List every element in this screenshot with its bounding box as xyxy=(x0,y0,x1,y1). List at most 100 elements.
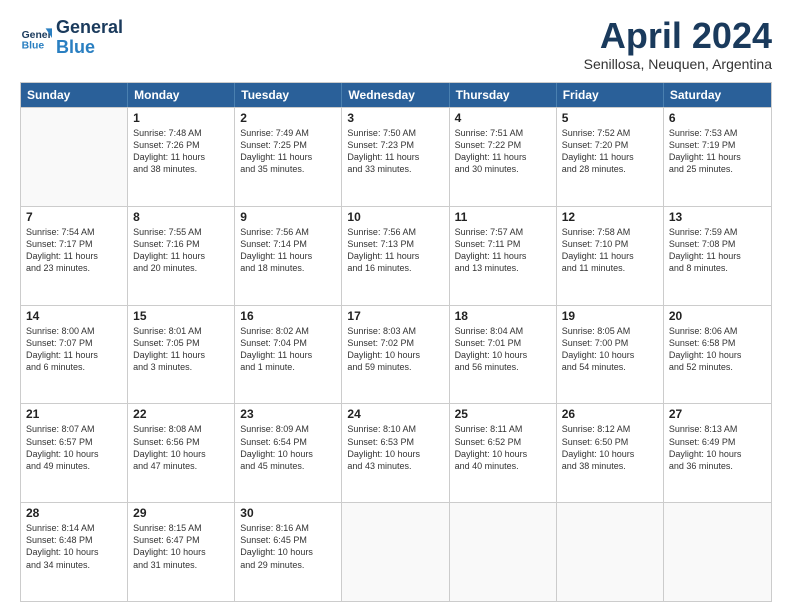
day-number: 15 xyxy=(133,309,229,323)
cal-cell-0-5: 5 Sunrise: 7:52 AMSunset: 7:20 PMDaylight… xyxy=(557,108,664,206)
day-number: 2 xyxy=(240,111,336,125)
svg-text:General: General xyxy=(22,30,52,41)
day-number: 11 xyxy=(455,210,551,224)
page: General Blue General Blue April 2024 Sen… xyxy=(0,0,792,612)
day-info: Sunrise: 7:56 AMSunset: 7:13 PMDaylight:… xyxy=(347,226,443,275)
calendar-header: SundayMondayTuesdayWednesdayThursdayFrid… xyxy=(21,83,771,107)
cal-cell-1-3: 10 Sunrise: 7:56 AMSunset: 7:13 PMDayligh… xyxy=(342,207,449,305)
day-info: Sunrise: 7:48 AMSunset: 7:26 PMDaylight:… xyxy=(133,127,229,176)
day-info: Sunrise: 8:08 AMSunset: 6:56 PMDaylight:… xyxy=(133,423,229,472)
cal-cell-2-0: 14 Sunrise: 8:00 AMSunset: 7:07 PMDayligh… xyxy=(21,306,128,404)
cal-cell-0-0 xyxy=(21,108,128,206)
day-info: Sunrise: 8:07 AMSunset: 6:57 PMDaylight:… xyxy=(26,423,122,472)
cal-cell-3-0: 21 Sunrise: 8:07 AMSunset: 6:57 PMDayligh… xyxy=(21,404,128,502)
day-number: 8 xyxy=(133,210,229,224)
logo-text: General Blue xyxy=(56,18,123,58)
cal-cell-0-3: 3 Sunrise: 7:50 AMSunset: 7:23 PMDaylight… xyxy=(342,108,449,206)
calendar: SundayMondayTuesdayWednesdayThursdayFrid… xyxy=(20,82,772,602)
day-number: 20 xyxy=(669,309,766,323)
cal-cell-2-6: 20Sunrise: 8:06 AMSunset: 6:58 PMDayligh… xyxy=(664,306,771,404)
header-day-thursday: Thursday xyxy=(450,83,557,107)
day-info: Sunrise: 7:50 AMSunset: 7:23 PMDaylight:… xyxy=(347,127,443,176)
cal-cell-1-4: 11 Sunrise: 7:57 AMSunset: 7:11 PMDayligh… xyxy=(450,207,557,305)
day-info: Sunrise: 8:16 AMSunset: 6:45 PMDaylight:… xyxy=(240,522,336,571)
day-number: 27 xyxy=(669,407,766,421)
cal-cell-3-5: 26Sunrise: 8:12 AMSunset: 6:50 PMDayligh… xyxy=(557,404,664,502)
calendar-body: 1 Sunrise: 7:48 AMSunset: 7:26 PMDaylight… xyxy=(21,107,771,601)
day-info: Sunrise: 7:55 AMSunset: 7:16 PMDaylight:… xyxy=(133,226,229,275)
cal-cell-4-2: 30Sunrise: 8:16 AMSunset: 6:45 PMDayligh… xyxy=(235,503,342,601)
day-number: 22 xyxy=(133,407,229,421)
header-day-friday: Friday xyxy=(557,83,664,107)
logo: General Blue General Blue xyxy=(20,18,123,58)
header-day-wednesday: Wednesday xyxy=(342,83,449,107)
day-info: Sunrise: 7:57 AMSunset: 7:11 PMDaylight:… xyxy=(455,226,551,275)
day-number: 9 xyxy=(240,210,336,224)
day-info: Sunrise: 7:58 AMSunset: 7:10 PMDaylight:… xyxy=(562,226,658,275)
cal-cell-0-6: 6Sunrise: 7:53 AMSunset: 7:19 PMDaylight… xyxy=(664,108,771,206)
day-number: 16 xyxy=(240,309,336,323)
day-number: 23 xyxy=(240,407,336,421)
cal-cell-4-6 xyxy=(664,503,771,601)
day-number: 10 xyxy=(347,210,443,224)
day-number: 18 xyxy=(455,309,551,323)
day-info: Sunrise: 7:51 AMSunset: 7:22 PMDaylight:… xyxy=(455,127,551,176)
day-info: Sunrise: 7:49 AMSunset: 7:25 PMDaylight:… xyxy=(240,127,336,176)
day-info: Sunrise: 7:52 AMSunset: 7:20 PMDaylight:… xyxy=(562,127,658,176)
cal-cell-4-1: 29 Sunrise: 8:15 AMSunset: 6:47 PMDayligh… xyxy=(128,503,235,601)
day-number: 3 xyxy=(347,111,443,125)
cal-cell-1-1: 8 Sunrise: 7:55 AMSunset: 7:16 PMDaylight… xyxy=(128,207,235,305)
day-number: 4 xyxy=(455,111,551,125)
subtitle: Senillosa, Neuquen, Argentina xyxy=(584,56,772,72)
cal-cell-4-3 xyxy=(342,503,449,601)
cal-cell-2-5: 19Sunrise: 8:05 AMSunset: 7:00 PMDayligh… xyxy=(557,306,664,404)
day-info: Sunrise: 8:00 AMSunset: 7:07 PMDaylight:… xyxy=(26,325,122,374)
cal-cell-4-0: 28Sunrise: 8:14 AMSunset: 6:48 PMDayligh… xyxy=(21,503,128,601)
day-info: Sunrise: 7:59 AMSunset: 7:08 PMDaylight:… xyxy=(669,226,766,275)
day-info: Sunrise: 8:01 AMSunset: 7:05 PMDaylight:… xyxy=(133,325,229,374)
day-info: Sunrise: 8:02 AMSunset: 7:04 PMDaylight:… xyxy=(240,325,336,374)
day-number: 7 xyxy=(26,210,122,224)
week-row-3: 21 Sunrise: 8:07 AMSunset: 6:57 PMDayligh… xyxy=(21,403,771,502)
header-day-saturday: Saturday xyxy=(664,83,771,107)
cal-cell-2-3: 17 Sunrise: 8:03 AMSunset: 7:02 PMDayligh… xyxy=(342,306,449,404)
day-number: 29 xyxy=(133,506,229,520)
day-info: Sunrise: 7:56 AMSunset: 7:14 PMDaylight:… xyxy=(240,226,336,275)
logo-icon: General Blue xyxy=(20,22,52,54)
week-row-1: 7 Sunrise: 7:54 AMSunset: 7:17 PMDaylight… xyxy=(21,206,771,305)
day-number: 24 xyxy=(347,407,443,421)
day-info: Sunrise: 8:04 AMSunset: 7:01 PMDaylight:… xyxy=(455,325,551,374)
cal-cell-2-4: 18 Sunrise: 8:04 AMSunset: 7:01 PMDayligh… xyxy=(450,306,557,404)
day-number: 21 xyxy=(26,407,122,421)
svg-text:Blue: Blue xyxy=(22,40,45,51)
day-number: 1 xyxy=(133,111,229,125)
header-day-monday: Monday xyxy=(128,83,235,107)
cal-cell-0-2: 2 Sunrise: 7:49 AMSunset: 7:25 PMDaylight… xyxy=(235,108,342,206)
header-day-sunday: Sunday xyxy=(21,83,128,107)
week-row-4: 28Sunrise: 8:14 AMSunset: 6:48 PMDayligh… xyxy=(21,502,771,601)
day-info: Sunrise: 8:03 AMSunset: 7:02 PMDaylight:… xyxy=(347,325,443,374)
cal-cell-3-6: 27 Sunrise: 8:13 AMSunset: 6:49 PMDayligh… xyxy=(664,404,771,502)
day-info: Sunrise: 8:10 AMSunset: 6:53 PMDaylight:… xyxy=(347,423,443,472)
week-row-2: 14 Sunrise: 8:00 AMSunset: 7:07 PMDayligh… xyxy=(21,305,771,404)
day-number: 14 xyxy=(26,309,122,323)
cal-cell-1-5: 12Sunrise: 7:58 AMSunset: 7:10 PMDayligh… xyxy=(557,207,664,305)
day-info: Sunrise: 8:15 AMSunset: 6:47 PMDaylight:… xyxy=(133,522,229,571)
header-day-tuesday: Tuesday xyxy=(235,83,342,107)
day-info: Sunrise: 8:13 AMSunset: 6:49 PMDaylight:… xyxy=(669,423,766,472)
day-info: Sunrise: 7:54 AMSunset: 7:17 PMDaylight:… xyxy=(26,226,122,275)
day-info: Sunrise: 8:11 AMSunset: 6:52 PMDaylight:… xyxy=(455,423,551,472)
header: General Blue General Blue April 2024 Sen… xyxy=(20,18,772,72)
week-row-0: 1 Sunrise: 7:48 AMSunset: 7:26 PMDaylight… xyxy=(21,107,771,206)
cal-cell-2-2: 16 Sunrise: 8:02 AMSunset: 7:04 PMDayligh… xyxy=(235,306,342,404)
month-title: April 2024 xyxy=(584,18,772,54)
cal-cell-1-0: 7 Sunrise: 7:54 AMSunset: 7:17 PMDaylight… xyxy=(21,207,128,305)
day-number: 5 xyxy=(562,111,658,125)
day-info: Sunrise: 8:14 AMSunset: 6:48 PMDaylight:… xyxy=(26,522,122,571)
day-number: 17 xyxy=(347,309,443,323)
cal-cell-2-1: 15 Sunrise: 8:01 AMSunset: 7:05 PMDayligh… xyxy=(128,306,235,404)
day-number: 26 xyxy=(562,407,658,421)
title-area: April 2024 Senillosa, Neuquen, Argentina xyxy=(584,18,772,72)
day-number: 19 xyxy=(562,309,658,323)
day-info: Sunrise: 8:09 AMSunset: 6:54 PMDaylight:… xyxy=(240,423,336,472)
